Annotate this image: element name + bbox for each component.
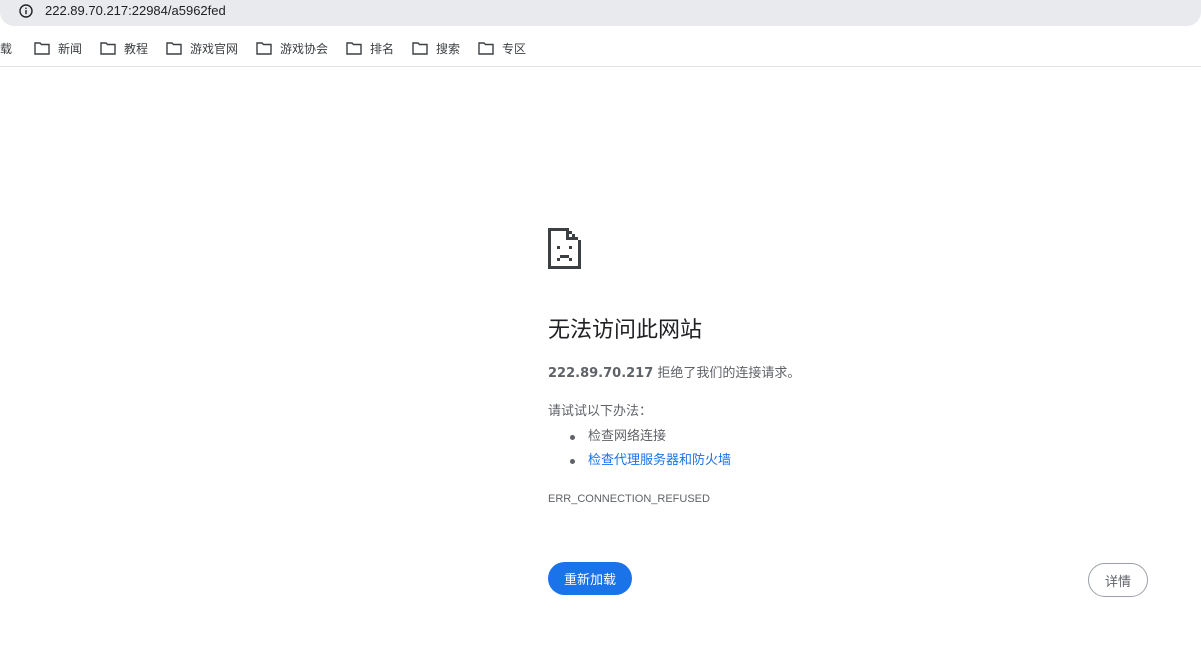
bookmark-tutorial[interactable]: 教程 bbox=[100, 39, 148, 57]
folder-icon bbox=[166, 42, 182, 55]
bookmark-download[interactable]: 下载 bbox=[0, 39, 12, 57]
address-bar[interactable]: 222.89.70.217:22984/a5962fed bbox=[0, 0, 1201, 26]
error-description: 222.89.70.217 拒绝了我们的连接请求。 bbox=[548, 364, 800, 384]
bookmark-label: 教程 bbox=[124, 41, 149, 56]
bookmark-label: 游戏协会 bbox=[280, 41, 329, 56]
bookmark-label: 搜索 bbox=[436, 41, 461, 56]
suggestion-check-network: 检查网络连接 bbox=[570, 427, 667, 447]
bookmark-zone[interactable]: 专区 bbox=[478, 39, 526, 57]
bookmark-game-association[interactable]: 游戏协会 bbox=[256, 39, 328, 57]
suggestion-check-proxy-firewall-link[interactable]: 检查代理服务器和防火墙 bbox=[570, 451, 731, 471]
folder-icon bbox=[346, 42, 362, 55]
error-host: 222.89.70.217 bbox=[548, 366, 654, 381]
error-message: 拒绝了我们的连接请求。 bbox=[653, 366, 801, 381]
bookmarks-bar: 下载 新闻 教程 游戏官网 游戏协会 排名 搜索 专区 bbox=[0, 28, 1201, 67]
folder-icon bbox=[478, 42, 494, 55]
sad-page-icon bbox=[548, 228, 581, 269]
bookmark-label: 下载 bbox=[0, 41, 13, 56]
suggestion-text: 检查网络连接 bbox=[588, 429, 667, 444]
bookmark-label: 排名 bbox=[370, 41, 395, 56]
bookmark-label: 专区 bbox=[502, 41, 527, 56]
details-button[interactable]: 详情 bbox=[1088, 563, 1148, 597]
error-code: ERR_CONNECTION_REFUSED bbox=[548, 493, 710, 505]
suggestion-text[interactable]: 检查代理服务器和防火墙 bbox=[588, 453, 731, 468]
bullet bbox=[570, 435, 575, 440]
folder-icon bbox=[256, 42, 272, 55]
reload-button[interactable]: 重新加载 bbox=[548, 562, 632, 595]
folder-icon bbox=[34, 42, 50, 55]
bookmark-ranking[interactable]: 排名 bbox=[346, 39, 394, 57]
bullet bbox=[570, 459, 575, 464]
url-text[interactable]: 222.89.70.217:22984/a5962fed bbox=[45, 2, 226, 20]
bookmark-label: 新闻 bbox=[58, 41, 83, 56]
folder-icon bbox=[100, 42, 116, 55]
bookmark-search[interactable]: 搜索 bbox=[412, 39, 460, 57]
error-title: 无法访问此网站 bbox=[548, 318, 703, 343]
bookmark-label: 游戏官网 bbox=[190, 41, 239, 56]
folder-icon bbox=[412, 42, 428, 55]
bookmark-news[interactable]: 新闻 bbox=[34, 39, 82, 57]
info-icon[interactable] bbox=[19, 4, 33, 18]
bookmark-game-site[interactable]: 游戏官网 bbox=[166, 39, 238, 57]
suggestions-heading: 请试试以下办法： bbox=[548, 404, 653, 419]
